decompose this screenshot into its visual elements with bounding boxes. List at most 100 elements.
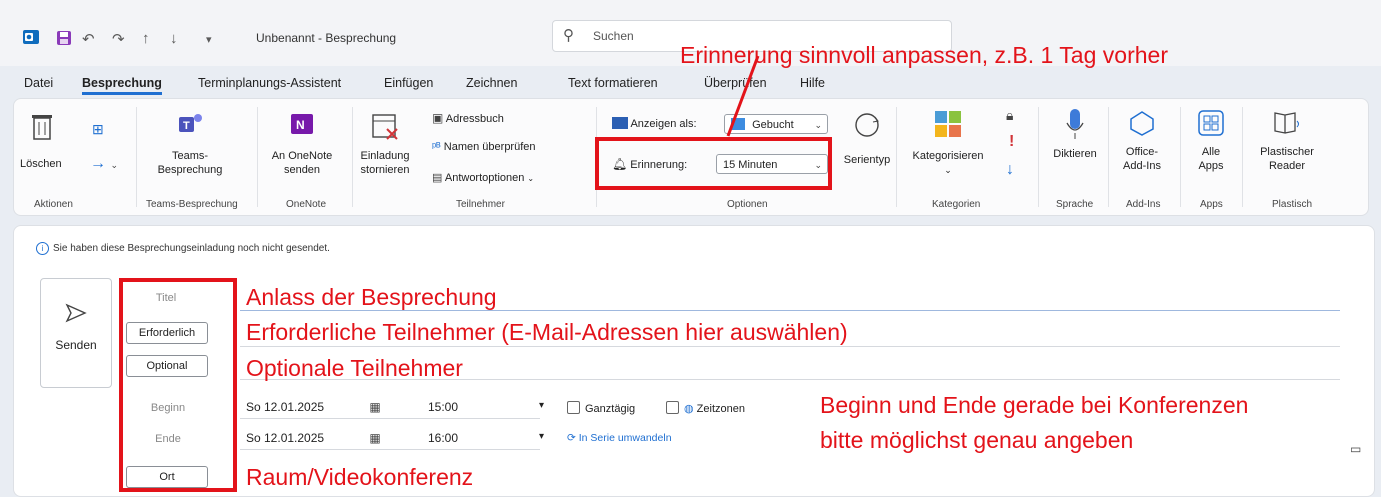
check-names-button[interactable]: ᵖᴮ Namen überprüfen [432,141,536,153]
search-icon: ⚲ [563,27,574,44]
office-add-ins-label: Office-Add-Ins [1123,146,1161,172]
send-label: Senden [55,338,97,352]
info-icon: i [36,242,49,255]
annotation-location: Raum/Videokonferenz [246,464,474,490]
group-label-teilnehmer: Teilnehmer [456,199,505,210]
show-as-label-row: Anzeigen als: [612,117,697,130]
categorize-button[interactable]: Kategorisieren ⌄ [902,109,994,177]
group-separator [896,107,897,207]
group-label-aktionen: Aktionen [34,199,73,210]
show-as-icon [612,117,628,129]
arrow-up-icon[interactable]: ↑ [142,30,150,47]
response-options-label: Antwortoptionen [444,172,525,184]
immersive-reader-button[interactable]: Plastischer Reader [1252,109,1322,173]
check-names-label: Namen überprüfen [443,141,536,153]
annotation-title: Anlass der Besprechung [246,284,497,310]
group-label-plastisch: Plastisch [1272,199,1313,210]
checkbox-icon [666,401,679,414]
required-attendees-input[interactable] [240,346,1340,347]
group-label-kategorien: Kategorien [932,199,981,210]
add-ins-icon [1130,111,1154,136]
teams-meeting-button[interactable]: T Teams-Besprechung [144,111,236,177]
teams-label: Teams-Besprechung [157,150,223,176]
tab-hilfe[interactable]: Hilfe [800,76,825,90]
cancel-invitation-button[interactable]: Einladung stornieren [354,111,416,177]
annotation-time-line1: Beginn und Ende gerade bei Konferenzen [820,392,1249,418]
arrow-down-icon[interactable]: ↓ [170,30,178,47]
immersive-reader-label: Plastischer Reader [1260,146,1314,172]
group-separator [136,107,137,207]
onenote-icon: N [291,114,313,134]
redo-icon[interactable]: ↷ [112,30,125,48]
office-add-ins-button[interactable]: Office-Add-Ins [1112,109,1172,173]
annotation-reminder: Erinnerung sinnvoll anpassen, z.B. 1 Tag… [680,42,1168,68]
tab-einfuegen[interactable]: Einfügen [384,76,433,90]
tab-zeichnen[interactable]: Zeichnen [466,76,517,90]
reminder-highlight-box [595,137,832,190]
all-apps-label: Alle Apps [1198,146,1224,172]
svg-text:T: T [183,120,190,132]
end-date-field[interactable]: So 12.01.2025 ▦ [246,431,381,445]
all-day-checkbox[interactable]: Ganztägig [567,401,635,415]
addressbook-button[interactable]: ▣ Adressbuch [432,111,504,125]
end-time-value: 16:00 [428,431,459,445]
microphone-icon [1066,109,1084,139]
teams-icon: T [179,114,202,132]
response-options-icon: ▤ [432,172,443,184]
categorize-icon [935,111,961,137]
info-bar: i Sie haben diese Besprechungseinladung n… [36,242,330,255]
tab-terminplanungs-assistent[interactable]: Terminplanungs-Assistent [198,76,341,90]
time-zones-label: Zeitzonen [696,403,745,415]
series-type-label: Serientyp [843,154,891,166]
customize-quick-access-icon[interactable]: ▾ [206,33,212,46]
trash-icon [32,115,52,140]
save-icon[interactable] [56,30,72,50]
calendar-icon[interactable]: ▦ [369,400,380,414]
group-separator [1242,107,1243,207]
onenote-send-button[interactable]: N An OneNote senden [264,111,340,177]
start-time-field[interactable]: 15:00 ▾ [428,400,544,414]
send-button[interactable]: Senden [40,278,112,388]
addressbook-icon: ▣ [432,111,444,125]
series-type-button[interactable]: Serientyp [832,111,902,167]
group-label-addins: Add-Ins [1126,199,1161,210]
room-finder-icon[interactable]: ▭ [1350,442,1361,456]
dictate-label: Diktieren [1053,148,1097,160]
checkbox-icon [567,401,580,414]
high-importance-icon[interactable]: ! [1009,133,1014,151]
start-time-value: 15:00 [428,400,459,414]
end-time-field[interactable]: 16:00 ▾ [428,431,544,445]
group-separator [257,107,258,207]
outlook-app-icon [22,28,40,50]
response-options-button[interactable]: ▤ Antwortoptionen ⌄ [432,171,534,184]
forward-calendar-icon[interactable]: ⊞ [92,121,104,138]
undo-icon[interactable]: ↶ [82,30,95,48]
group-label-sprache: Sprache [1056,199,1094,210]
onenote-label: An OneNote senden [271,150,333,176]
tab-besprechung[interactable]: Besprechung [82,76,162,95]
categorize-label: Kategorisieren [912,150,984,162]
svg-text:N: N [296,118,305,132]
recurrence-icon: ⟳ [567,432,576,444]
tab-text-formatieren[interactable]: Text formatieren [568,76,658,90]
group-separator [1180,107,1181,207]
start-date-field[interactable]: So 12.01.2025 ▦ [246,400,381,414]
forward-arrow-icon[interactable]: → ⌄ [90,155,118,173]
group-label-teams: Teams-Besprechung [146,199,238,210]
delete-button[interactable]: Löschen [20,113,64,170]
time-zones-checkbox[interactable]: ◍ Zeitzonen [666,401,745,415]
immersive-reader-icon [1274,112,1299,134]
show-as-label: Anzeigen als: [630,118,697,130]
send-icon [65,303,87,323]
dictate-button[interactable]: Diktieren [1044,107,1106,161]
tab-datei[interactable]: Datei [24,76,53,90]
end-underline [240,449,540,450]
field-labels-highlight-box [119,278,237,492]
low-importance-icon[interactable]: ↓ [1006,161,1014,179]
all-day-label: Ganztägig [585,403,636,415]
chevron-down-icon: ▾ [538,400,544,411]
make-recurring-link[interactable]: ⟳ In Serie umwandeln [567,432,672,444]
all-apps-button[interactable]: Alle Apps [1186,109,1236,173]
private-lock-icon[interactable]: 🔒︎ [1006,107,1013,124]
calendar-icon[interactable]: ▦ [369,431,380,445]
